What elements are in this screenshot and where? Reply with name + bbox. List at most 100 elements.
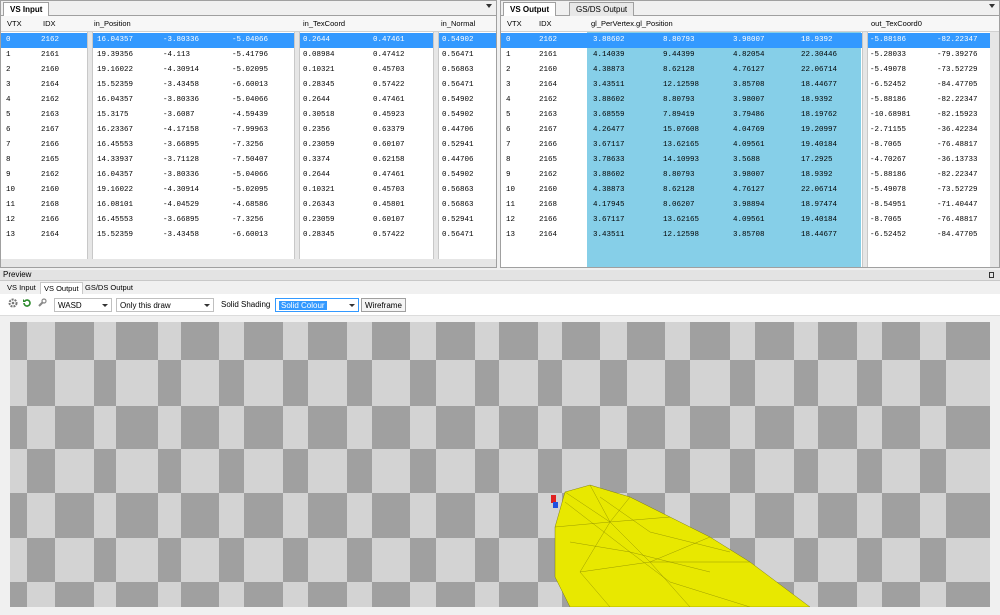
table-row[interactable]: 10 2160 19.16022 -4.30914 -5.02095 0.10321 0.4… [1,183,496,198]
table-cell: 19.40184 [801,216,838,224]
col-in-position[interactable]: in_Position [94,19,131,28]
table-cell: 9.44399 [663,51,695,59]
table-cell: 7.89419 [663,111,695,119]
table-row[interactable]: 3 2164 15.52359 -3.43458 -6.60013 0.28345 0.57… [1,78,496,93]
table-cell: -3.66895 [163,216,200,224]
table-cell: 2162 [41,96,60,104]
wireframe-button[interactable]: Wireframe [361,298,406,312]
table-row[interactable]: 6 2167 4.26477 15.07608 4.04769 19.20997 -2.71… [501,123,999,138]
table-row[interactable]: 10 2160 4.38873 8.62128 4.76127 22.06714 -5.49… [501,183,999,198]
table-cell: 4.17945 [593,201,625,209]
col-in-texcoord[interactable]: in_TexCoord [303,19,345,28]
table-cell: -82.22347 [937,96,978,104]
col-idx[interactable]: IDX [539,19,552,28]
table-header: VTX IDX in_Position in_TexCoord in_Norma… [1,16,496,32]
table-cell: 2162 [539,96,558,104]
table-row[interactable]: 7 2166 3.67117 13.62165 4.09561 19.40184 -8.70… [501,138,999,153]
table-row[interactable]: 13 2164 3.43511 12.12598 3.85708 18.44677 -6.5… [501,228,999,243]
tab-vs-output[interactable]: VS Output [503,2,557,17]
chevron-down-icon[interactable] [989,4,995,8]
table-cell: 4.76127 [733,186,765,194]
table-row[interactable]: 1 2161 19.39356 -4.113 -5.41796 0.08984 0.4741… [1,48,496,63]
table-cell: -2.71155 [870,126,907,134]
table-cell: -6.60013 [232,231,269,239]
table-row[interactable]: 12 2166 3.67117 13.62165 4.09561 19.40184 -8.7… [501,213,999,228]
horizontal-scrollbar[interactable] [1,259,496,267]
tab-vs-input[interactable]: VS Input [3,2,50,17]
tab-preview-vs-output[interactable]: VS Output [40,282,83,294]
table-row[interactable]: 11 2168 16.08101 -4.04529 -4.68586 0.26343 0.4… [1,198,496,213]
vs-input-table[interactable]: VTX IDX in_Position in_TexCoord in_Norma… [1,16,496,267]
table-cell: 18.9392 [801,96,833,104]
wrench-icon[interactable] [37,298,47,312]
draw-range-select[interactable]: Only this draw [116,298,214,312]
table-row[interactable]: 5 2163 15.3175 -3.6087 -4.59439 0.30518 0.4592… [1,108,496,123]
col-out-texcoord[interactable]: out_TexCoord0 [871,19,922,28]
table-cell: 13.62165 [663,216,700,224]
table-cell: 2166 [539,141,558,149]
col-vtx[interactable]: VTX [507,19,522,28]
table-row[interactable]: 7 2166 16.45553 -3.66895 -7.3256 0.23059 0.601… [1,138,496,153]
vs-output-tabstrip: VS Output GS/DS Output [501,1,999,17]
table-cell: 8 [506,156,511,164]
table-cell: 5 [6,111,11,119]
camera-mode-select[interactable]: WASD [54,298,112,312]
table-row[interactable]: 6 2167 16.23367 -4.17158 -7.99963 0.2356 0.633… [1,123,496,138]
table-cell: -7.99963 [232,126,269,134]
table-cell: -7.50407 [232,156,269,164]
table-cell: 2 [506,66,511,74]
col-gl-position[interactable]: gl_PerVertex.gl_Position [591,19,673,28]
table-cell: 2167 [41,126,60,134]
mesh-viewport[interactable] [10,322,990,607]
table-cell: 19.39356 [97,51,134,59]
table-cell: 4.09561 [733,216,765,224]
col-vtx[interactable]: VTX [7,19,22,28]
table-cell: 16.08101 [97,201,134,209]
vertical-scrollbar[interactable] [990,32,999,267]
table-cell: 2 [6,66,11,74]
table-row[interactable]: 8 2165 3.78633 14.10993 3.5688 17.2925 -4.7026… [501,153,999,168]
table-row[interactable]: 4 2162 3.88602 8.80793 3.98007 18.9392 -5.8818… [501,93,999,108]
table-cell: 15.3175 [97,111,129,119]
table-cell: 0.45801 [373,201,405,209]
table-row[interactable]: 8 2165 14.33937 -3.71128 -7.50407 0.3374 0.621… [1,153,496,168]
table-cell: 16.45553 [97,141,134,149]
table-row[interactable]: 0 2162 3.88602 8.80793 3.98007 18.9392 -5.8818… [501,33,999,48]
table-row[interactable]: 9 2162 3.88602 8.80793 3.98007 18.9392 -5.8818… [501,168,999,183]
table-row[interactable]: 5 2163 3.68559 7.89419 3.79486 18.19762 -10.68… [501,108,999,123]
col-idx[interactable]: IDX [43,19,56,28]
table-cell: -36.42234 [937,126,978,134]
axis-x-marker [551,495,556,503]
table-cell: 0.45703 [373,186,405,194]
table-cell: -5.04066 [232,171,269,179]
table-row[interactable]: 11 2168 4.17945 8.06207 3.98894 18.97474 -8.54… [501,198,999,213]
gear-icon[interactable] [8,298,18,312]
table-cell: -8.7065 [870,216,902,224]
table-row[interactable]: 13 2164 15.52359 -3.43458 -6.60013 0.28345 0.5… [1,228,496,243]
table-row[interactable]: 12 2166 16.45553 -3.66895 -7.3256 0.23059 0.60… [1,213,496,228]
table-row[interactable]: 2 2160 4.38873 8.62128 4.76127 22.06714 -5.490… [501,63,999,78]
table-row[interactable]: 3 2164 3.43511 12.12598 3.85708 18.44677 -6.52… [501,78,999,93]
column-divider [294,32,300,267]
table-row[interactable]: 0 2162 16.04357 -3.80336 -5.04066 0.2644 0.474… [1,33,496,48]
pin-icon[interactable] [989,272,994,278]
table-cell: 22.30446 [801,51,838,59]
table-row[interactable]: 1 2161 4.14039 9.44399 4.82054 22.30446 -5.280… [501,48,999,63]
table-cell: -4.30914 [163,66,200,74]
refresh-icon[interactable] [22,298,32,312]
tab-preview-gs-ds-output[interactable]: GS/DS Output [82,282,136,294]
chevron-down-icon [204,304,210,307]
solid-shading-select[interactable]: Solid Colour [275,298,359,312]
table-row[interactable]: 9 2162 16.04357 -3.80336 -5.04066 0.2644 0.474… [1,168,496,183]
chevron-down-icon[interactable] [486,4,492,8]
table-row[interactable]: 2 2160 19.16022 -4.30914 -5.02095 0.10321 0.45… [1,63,496,78]
table-cell: 10 [6,186,16,194]
table-cell: 0.47412 [373,51,405,59]
tab-preview-vs-input[interactable]: VS Input [4,282,39,294]
col-in-normal[interactable]: in_Normal [441,19,475,28]
vs-output-table[interactable]: VTX IDX gl_PerVertex.gl_Position out_Tex… [501,16,999,267]
vertical-scrollbar[interactable] [990,322,1000,607]
tab-gs-ds-output[interactable]: GS/DS Output [569,2,635,16]
table-cell: 0.54902 [442,111,474,119]
table-row[interactable]: 4 2162 16.04357 -3.80336 -5.04066 0.2644 0.474… [1,93,496,108]
